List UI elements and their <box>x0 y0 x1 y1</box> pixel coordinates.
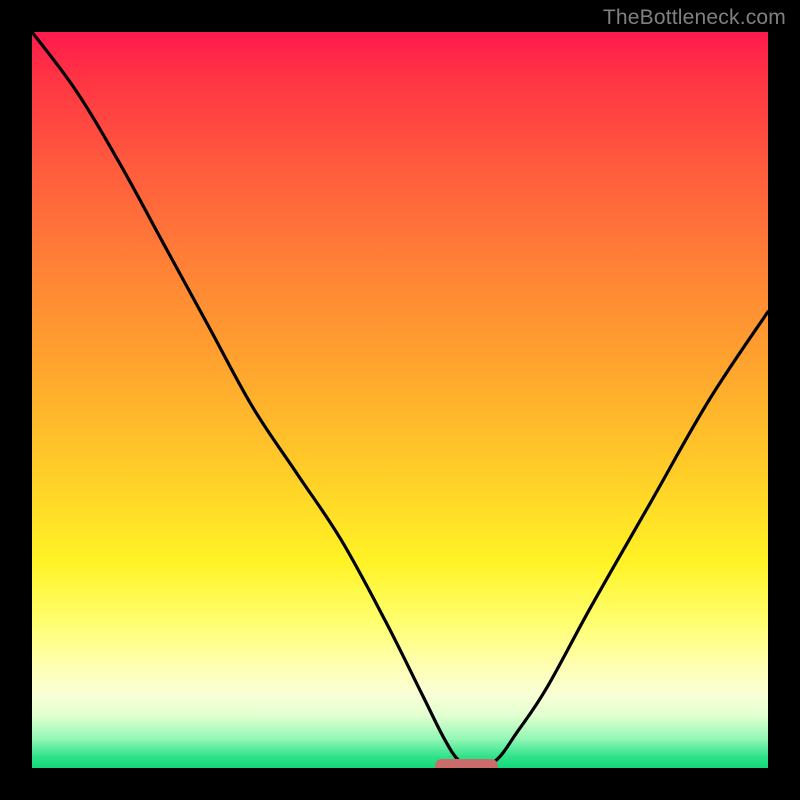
plot-area <box>32 32 768 768</box>
optimal-marker <box>435 759 498 768</box>
watermark-text: TheBottleneck.com <box>603 6 786 30</box>
chart-frame: TheBottleneck.com <box>0 0 800 800</box>
bottleneck-curve <box>32 32 768 768</box>
